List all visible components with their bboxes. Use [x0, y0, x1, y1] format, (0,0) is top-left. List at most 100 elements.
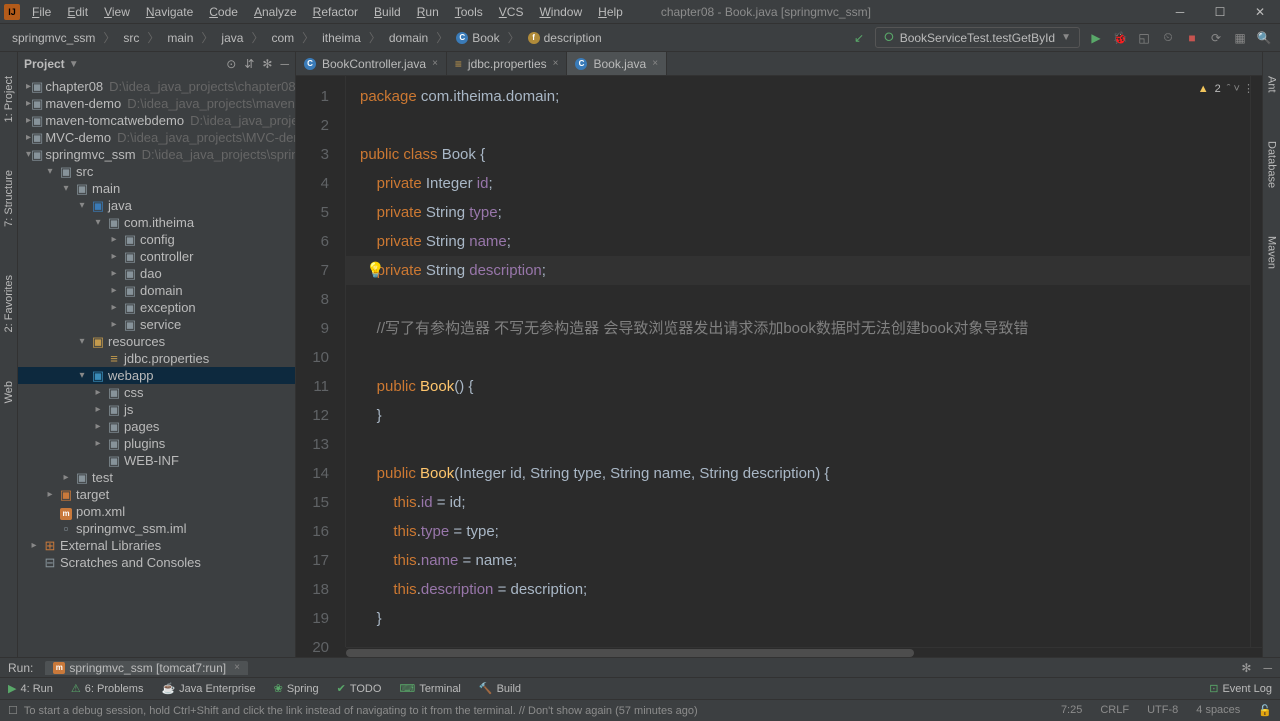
tree-row[interactable]: ▸▣controller — [18, 248, 295, 265]
tree-row[interactable]: ▾▣main — [18, 180, 295, 197]
chevron-down-icon[interactable]: ▼ — [69, 59, 79, 70]
tree-row[interactable]: ▾▣java — [18, 197, 295, 214]
tree-row[interactable]: ▫springmvc_ssm.iml — [18, 520, 295, 537]
breadcrumb-item[interactable]: springmvc_ssm — [8, 31, 99, 45]
left-tab[interactable]: 7: Structure — [3, 166, 15, 231]
tree-row[interactable]: ▾▣springmvc_ssmD:\idea_java_projects\spr… — [18, 146, 295, 163]
tree-row[interactable]: ▾▣com.itheima — [18, 214, 295, 231]
tree-row[interactable]: ▸▣service — [18, 316, 295, 333]
menu-tools[interactable]: Tools — [447, 0, 491, 24]
menu-analyze[interactable]: Analyze — [246, 0, 305, 24]
menu-vcs[interactable]: VCS — [491, 0, 532, 24]
search-everywhere-button[interactable]: 🔍 — [1256, 30, 1272, 46]
tree-row[interactable]: ▸▣chapter08D:\idea_java_projects\chapter… — [18, 78, 295, 95]
breadcrumb-item[interactable]: CBook — [452, 31, 503, 45]
tree-row[interactable]: ▸▣test — [18, 469, 295, 486]
hide-icon[interactable]: ─ — [280, 57, 289, 71]
minimize-button[interactable]: ─ — [1160, 0, 1200, 24]
bottom-tab[interactable]: ⚠6: Problems — [71, 682, 144, 695]
right-tab[interactable]: Maven — [1266, 232, 1278, 273]
left-tab[interactable]: Web — [3, 377, 15, 407]
tree-row[interactable]: ▸▣css — [18, 384, 295, 401]
left-tab[interactable]: 1: Project — [3, 72, 15, 126]
breadcrumb-item[interactable]: main — [163, 31, 197, 45]
menu-refactor[interactable]: Refactor — [305, 0, 366, 24]
tree-row[interactable]: ▸▣config — [18, 231, 295, 248]
tree-row[interactable]: ▸▣domain — [18, 282, 295, 299]
editor-tab[interactable]: ≡jdbc.properties× — [447, 52, 568, 75]
close-button[interactable]: ✕ — [1240, 0, 1280, 24]
menu-window[interactable]: Window — [531, 0, 590, 24]
menu-view[interactable]: View — [96, 0, 138, 24]
breadcrumb-item[interactable]: com — [267, 31, 298, 45]
tree-row[interactable]: ⊟Scratches and Consoles — [18, 554, 295, 571]
menu-run[interactable]: Run — [409, 0, 447, 24]
menu-build[interactable]: Build — [366, 0, 409, 24]
menu-file[interactable]: File — [24, 0, 59, 24]
tree-row[interactable]: ≡jdbc.properties — [18, 350, 295, 367]
run-tab[interactable]: m springmvc_ssm [tomcat7:run] × — [45, 661, 248, 675]
menu-navigate[interactable]: Navigate — [138, 0, 201, 24]
run-hide-icon[interactable]: ─ — [1263, 661, 1272, 675]
menu-help[interactable]: Help — [590, 0, 631, 24]
inspection-widget[interactable]: ▲ 2 ˆ ˅ ⋮ — [1198, 82, 1254, 95]
bottom-tab[interactable]: ✔TODO — [337, 682, 382, 695]
expand-all-icon[interactable]: ⇵ — [244, 57, 254, 71]
editor-tab[interactable]: CBookController.java× — [296, 52, 447, 75]
right-tab[interactable]: Ant — [1266, 72, 1278, 97]
maximize-button[interactable]: ☐ — [1200, 0, 1240, 24]
tree-row[interactable]: ▸▣exception — [18, 299, 295, 316]
bottom-tab[interactable]: ❀Spring — [274, 682, 319, 695]
bottom-tab[interactable]: ▶4: Run — [8, 682, 53, 695]
stop-button[interactable]: ■ — [1184, 30, 1200, 46]
profile-button[interactable]: ⏲ — [1160, 30, 1176, 46]
project-tree[interactable]: ▸▣chapter08D:\idea_java_projects\chapter… — [18, 76, 295, 657]
tree-row[interactable]: ▸▣MVC-demoD:\idea_java_projects\MVC-demo — [18, 129, 295, 146]
back-nav-icon[interactable]: ↙ — [851, 30, 867, 46]
tree-row[interactable]: ▸▣js — [18, 401, 295, 418]
run-button[interactable]: ▶ — [1088, 30, 1104, 46]
event-log-tab[interactable]: ⊡Event Log — [1209, 682, 1272, 695]
breadcrumb-item[interactable]: src — [119, 31, 143, 45]
tree-row[interactable]: ▸▣plugins — [18, 435, 295, 452]
tree-row[interactable]: ▸▣dao — [18, 265, 295, 282]
tree-row[interactable]: ▸▣maven-demoD:\idea_java_projects\maven-… — [18, 95, 295, 112]
update-app-button[interactable]: ⟳ — [1208, 30, 1224, 46]
status-field[interactable]: UTF-8 — [1147, 704, 1178, 717]
breadcrumb-item[interactable]: java — [217, 31, 247, 45]
project-panel-title[interactable]: Project — [24, 57, 65, 71]
run-configuration-selector[interactable]: ⭘ BookServiceTest.testGetById ▼ — [875, 27, 1080, 48]
code-editor[interactable]: package com.itheima.domain;​​public clas… — [346, 76, 1250, 647]
bottom-tab[interactable]: ⌨Terminal — [399, 682, 460, 695]
debug-button[interactable]: 🐞 — [1112, 30, 1128, 46]
horizontal-scrollbar[interactable] — [346, 647, 1262, 657]
bottom-tab[interactable]: ☕Java Enterprise — [161, 682, 255, 695]
status-field[interactable]: 7:25 — [1061, 704, 1082, 717]
lock-icon[interactable]: 🔓 — [1258, 704, 1272, 717]
tree-row[interactable]: mpom.xml — [18, 503, 295, 520]
tree-row[interactable]: ▸▣pages — [18, 418, 295, 435]
breadcrumb-item[interactable]: itheima — [318, 31, 365, 45]
tree-row[interactable]: ▸⊞External Libraries — [18, 537, 295, 554]
ide-settings-button[interactable]: ▦ — [1232, 30, 1248, 46]
menu-edit[interactable]: Edit — [59, 0, 96, 24]
run-settings-icon[interactable]: ✻ — [1241, 661, 1251, 675]
editor-tab[interactable]: CBook.java× — [567, 52, 667, 75]
tree-row[interactable]: ▣WEB-INF — [18, 452, 295, 469]
status-message[interactable]: To start a debug session, hold Ctrl+Shif… — [24, 705, 698, 717]
tree-row[interactable]: ▾▣resources — [18, 333, 295, 350]
menu-code[interactable]: Code — [201, 0, 246, 24]
tree-row[interactable]: ▾▣webapp — [18, 367, 295, 384]
error-stripe[interactable] — [1250, 76, 1262, 647]
coverage-button[interactable]: ◱ — [1136, 30, 1152, 46]
left-tab[interactable]: 2: Favorites — [3, 271, 15, 336]
tree-row[interactable]: ▾▣src — [18, 163, 295, 180]
select-opened-file-icon[interactable]: ⊙ — [226, 57, 236, 71]
right-tab[interactable]: Database — [1266, 137, 1278, 192]
settings-icon[interactable]: ✻ — [262, 57, 272, 71]
status-field[interactable]: 4 spaces — [1196, 704, 1240, 717]
breadcrumb-item[interactable]: fdescription — [524, 31, 606, 45]
bottom-tab[interactable]: 🔨Build — [479, 682, 521, 695]
breadcrumb-item[interactable]: domain — [385, 31, 432, 45]
tree-row[interactable]: ▸▣maven-tomcatwebdemoD:\idea_java_projec… — [18, 112, 295, 129]
